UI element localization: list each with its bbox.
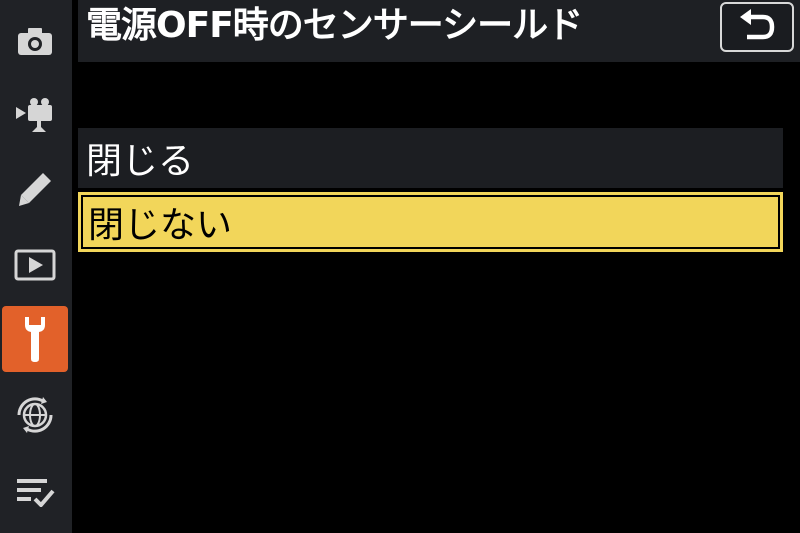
menu-header: 電源OFF時のセンサーシールド bbox=[78, 0, 800, 62]
back-button[interactable] bbox=[720, 2, 794, 52]
option-do-not-close[interactable]: 閉じない bbox=[78, 192, 783, 252]
sidebar-item-photo-shooting[interactable] bbox=[2, 8, 68, 74]
option-label: 閉じない bbox=[88, 205, 233, 246]
wrench-icon bbox=[22, 315, 48, 363]
camera-menu-screen: 電源OFF時のセンサーシールド 閉じる 閉じない bbox=[0, 0, 800, 533]
video-camera-icon bbox=[14, 97, 56, 133]
sidebar-item-video-recording[interactable] bbox=[2, 82, 68, 148]
camera-icon bbox=[15, 25, 55, 57]
menu-sidebar bbox=[0, 0, 72, 533]
pencil-icon bbox=[15, 169, 55, 209]
option-close[interactable]: 閉じる bbox=[78, 128, 783, 188]
sidebar-item-my-menu[interactable] bbox=[2, 458, 68, 524]
return-icon bbox=[737, 8, 777, 46]
page-title: 電源OFF時のセンサーシールド bbox=[86, 5, 583, 46]
play-icon bbox=[14, 249, 56, 281]
globe-network-icon bbox=[13, 393, 57, 437]
sidebar-item-playback[interactable] bbox=[2, 232, 68, 298]
sidebar-item-setup[interactable] bbox=[2, 306, 68, 372]
sidebar-item-custom-settings[interactable] bbox=[2, 156, 68, 222]
option-label: 閉じる bbox=[86, 141, 195, 182]
sidebar-item-network[interactable] bbox=[2, 382, 68, 448]
checklist-icon bbox=[15, 475, 55, 507]
